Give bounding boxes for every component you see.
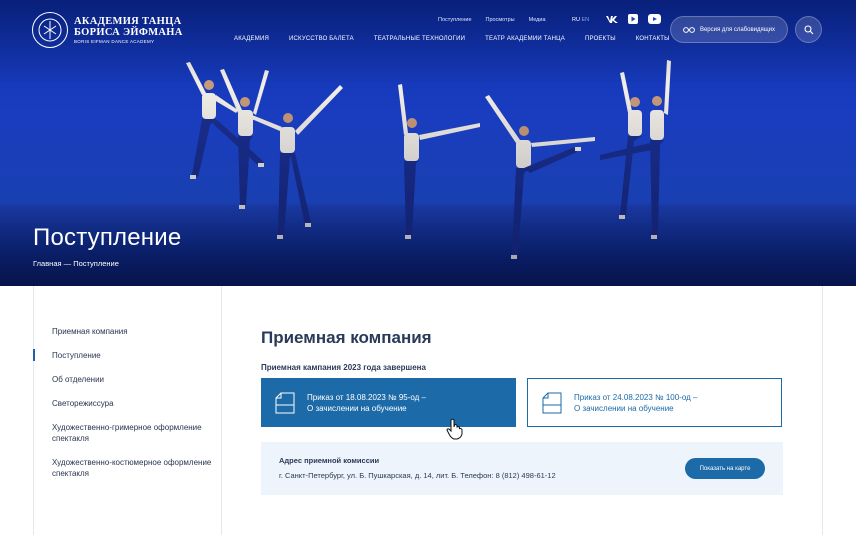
nav-contacts[interactable]: КОНТАКТЫ	[636, 36, 670, 42]
main-nav: АКАДЕМИЯ ИСКУССТВО БАЛЕТА ТЕАТРАЛЬНЫЕ ТЕ…	[234, 36, 690, 42]
show-on-map-button[interactable]: Показать на карте	[685, 458, 765, 479]
academy-logo[interactable]: АКАДЕМИЯ ТАНЦА БОРИСА ЭЙФМАНА BORIS EIFM…	[32, 12, 183, 48]
order-card-100[interactable]: Приказ от 24.08.2023 № 100-од – О зачисл…	[527, 378, 782, 427]
vk-icon[interactable]	[606, 15, 618, 24]
lang-en[interactable]: EN	[581, 17, 589, 23]
top-links: Поступление Просмотры Медиа	[438, 17, 546, 23]
search-icon	[803, 24, 813, 34]
nav-academy[interactable]: АКАДЕМИЯ	[234, 36, 269, 42]
logo-line-1: АКАДЕМИЯ ТАНЦА	[74, 16, 182, 27]
sidebar-item-about-department[interactable]: Об отделении	[34, 374, 221, 385]
top-link-auditions[interactable]: Просмотры	[486, 17, 515, 23]
sidebar-item-admission[interactable]: Поступление	[33, 349, 221, 361]
sidebar-item-lighting-design[interactable]: Светорежиссура	[34, 398, 221, 409]
nav-theatre-tech[interactable]: ТЕАТРАЛЬНЫЕ ТЕХНОЛОГИИ	[374, 36, 465, 42]
order-card-100-title: Приказ от 24.08.2023 № 100-од –	[574, 392, 698, 402]
document-icon	[542, 392, 562, 413]
accessibility-button[interactable]: Версия для слабовидящих	[670, 16, 788, 43]
nav-academy-theatre[interactable]: ТЕАТР АКАДЕМИИ ТАНЦА	[485, 36, 565, 42]
page-title: Поступление	[33, 224, 182, 251]
nav-ballet-art[interactable]: ИСКУССТВО БАЛЕТА	[289, 36, 354, 42]
sidebar-item-admission-campaign[interactable]: Приемная компания	[34, 326, 221, 337]
lang-ru[interactable]: RU	[572, 17, 580, 23]
sidebar: Приемная компания Поступление Об отделен…	[33, 286, 222, 535]
search-button[interactable]	[795, 16, 822, 43]
hero-banner: АКАДЕМИЯ ТАНЦА БОРИСА ЭЙФМАНА BORIS EIFM…	[0, 0, 856, 286]
order-card-95[interactable]: Приказ от 18.08.2023 № 95-од – О зачисле…	[261, 378, 516, 427]
nav-projects[interactable]: ПРОЕКТЫ	[585, 36, 616, 42]
top-link-admission[interactable]: Поступление	[438, 17, 472, 23]
top-link-media[interactable]: Медиа	[529, 17, 546, 23]
language-switch: RU EN	[572, 17, 589, 23]
rutube-icon[interactable]	[628, 14, 638, 24]
order-card-95-desc: О зачислении на обучение	[307, 403, 407, 413]
hand-cursor-icon	[446, 418, 463, 440]
order-card-100-desc: О зачислении на обучение	[574, 403, 674, 413]
accessibility-label: Версия для слабовидящих	[699, 26, 776, 33]
youtube-icon[interactable]	[648, 14, 661, 24]
section-subtitle: Приемная кампания 2023 года завершена	[261, 363, 426, 372]
content-divider	[822, 286, 823, 535]
order-card-95-title: Приказ от 18.08.2023 № 95-од –	[307, 392, 426, 402]
document-icon	[275, 392, 295, 413]
breadcrumb: Главная — Поступление	[33, 259, 119, 268]
logo-line-3: BORIS EIFMAN DANCE ACADEMY	[74, 39, 155, 44]
social-links	[606, 14, 661, 24]
logo-line-2: БОРИСА ЭЙФМАНА	[74, 27, 183, 38]
academy-emblem-icon	[32, 12, 68, 48]
sidebar-item-costume-design[interactable]: Художественно-костюмерное оформление спе…	[34, 457, 221, 479]
sidebar-item-makeup-design[interactable]: Художественно-гримерное оформление спект…	[34, 422, 221, 444]
section-title: Приемная компания	[261, 328, 432, 347]
glasses-icon	[683, 27, 695, 33]
